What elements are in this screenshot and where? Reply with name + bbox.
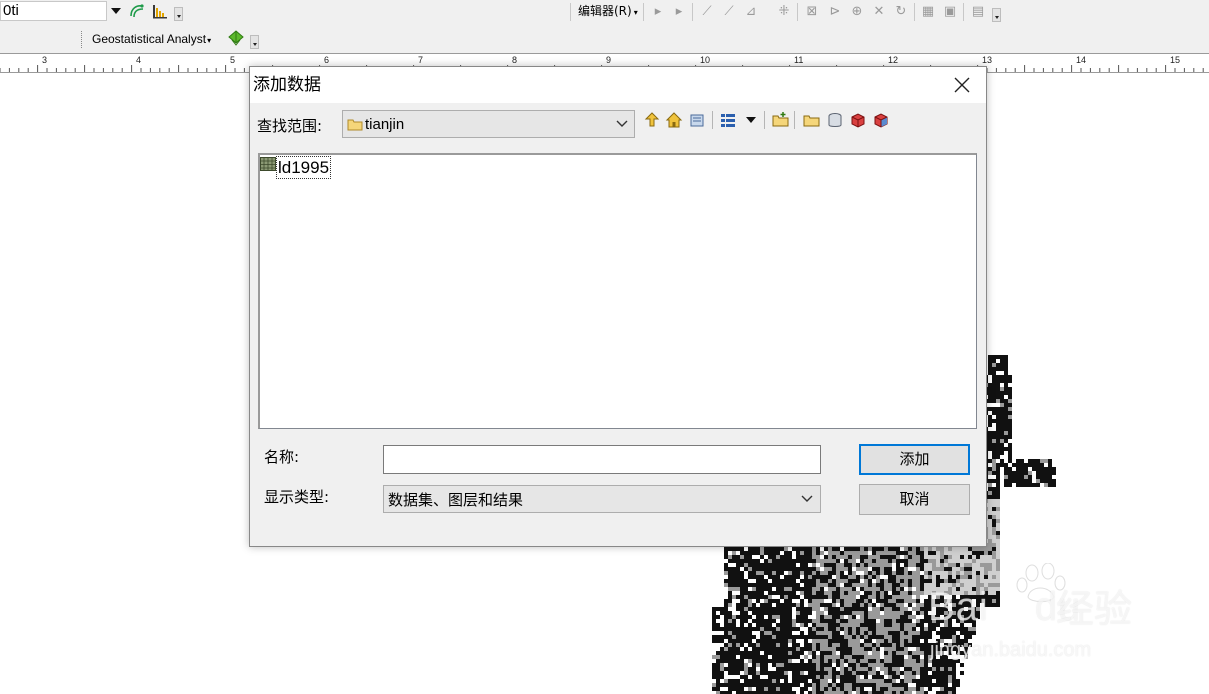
chevron-down-icon: ▾ xyxy=(207,36,212,45)
file-name: ld1995 xyxy=(276,156,332,179)
ruler-label: 14 xyxy=(1076,55,1087,65)
construction-tools-icon[interactable]: ⊿ xyxy=(743,4,759,20)
name-input[interactable] xyxy=(383,445,821,474)
look-in-value: tianjin xyxy=(365,116,405,133)
up-level-icon xyxy=(644,112,660,127)
ruler-label: 8 xyxy=(512,55,518,65)
ruler-label: 15 xyxy=(1170,55,1181,65)
connect-folder-icon xyxy=(772,112,789,127)
geostatistical-toolbar: Geostatistical Analyst▾ xyxy=(0,26,1209,53)
file-geodatabase-icon xyxy=(874,113,888,128)
chevron-down-icon: ▾ xyxy=(633,8,638,17)
split-icon[interactable]: ⊕ xyxy=(849,4,865,20)
create-features-icon[interactable]: ▤ xyxy=(970,4,986,20)
ruler-label: 13 xyxy=(982,55,993,65)
folder-icon xyxy=(347,119,363,131)
chevron-down-icon xyxy=(616,120,628,127)
ruler-label: 6 xyxy=(324,55,330,65)
ruler-label: 12 xyxy=(888,55,899,65)
toolbar-divider xyxy=(963,3,964,21)
geostatistical-wizard-icon[interactable] xyxy=(227,29,245,47)
cancel-button[interactable]: 取消 xyxy=(859,484,970,515)
attributes-icon[interactable]: ▦ xyxy=(920,4,936,20)
toolbar-divider xyxy=(794,111,795,129)
home-button[interactable] xyxy=(664,110,684,130)
dialog-title-bar[interactable]: 添加数据 xyxy=(250,67,986,103)
chevron-down-icon xyxy=(801,495,813,502)
undo-rotate-icon[interactable]: ↻ xyxy=(893,4,909,20)
name-label: 名称: xyxy=(264,448,300,466)
toolbar-options-button[interactable] xyxy=(174,7,183,21)
watermark-brand-bai: Bai xyxy=(928,585,989,629)
toolbar-divider xyxy=(764,111,765,129)
look-in-dropdown[interactable]: tianjin xyxy=(342,110,635,138)
look-in-label: 查找范围: xyxy=(257,117,323,135)
geostatistical-analyst-menu[interactable]: Geostatistical Analyst▾ xyxy=(92,32,211,48)
folder-icon xyxy=(803,115,820,127)
new-geodatabase-button[interactable] xyxy=(825,110,845,130)
catalog-connect-button[interactable] xyxy=(687,110,707,130)
ruler-label: 3 xyxy=(42,55,48,65)
layer-selector-value: 0ti xyxy=(3,2,19,19)
end-point-arc-icon[interactable]: ⟋ xyxy=(721,4,737,20)
ruler-label: 7 xyxy=(418,55,424,65)
ruler-label: 11 xyxy=(794,55,804,65)
watermark-url: jingyan.baidu.com xyxy=(930,639,1092,661)
new-file-gdb-button[interactable] xyxy=(871,110,891,130)
toolbar-divider xyxy=(692,3,693,21)
toolbar-divider xyxy=(570,3,571,21)
view-mode-dropdown[interactable] xyxy=(741,110,761,130)
up-one-level-button[interactable] xyxy=(642,110,662,130)
view-mode-button[interactable] xyxy=(718,110,738,130)
home-icon xyxy=(665,112,683,128)
ruler-label: 9 xyxy=(606,55,612,65)
rotate-icon[interactable]: ✕ xyxy=(871,4,887,20)
toolbar-options-button[interactable] xyxy=(992,8,1001,22)
toolbar-options-button[interactable] xyxy=(250,35,259,49)
ruler-label: 5 xyxy=(230,55,236,65)
histogram-tool-icon[interactable] xyxy=(151,2,169,20)
layer-selector-arrow-icon[interactable] xyxy=(109,4,123,18)
connect-folder-button[interactable] xyxy=(771,110,791,130)
editor-menu-label: 编辑器(R) xyxy=(578,4,632,18)
dialog-title: 添加数据 xyxy=(253,75,321,95)
reshape-icon[interactable]: ⊠ xyxy=(804,4,820,20)
toolbar-divider xyxy=(712,111,713,129)
new-personal-gdb-button[interactable] xyxy=(848,110,868,130)
baidu-watermark: Bai du 经验 jingyan.baidu.com xyxy=(928,563,1168,673)
close-icon xyxy=(954,77,970,93)
trace-tool-icon[interactable] xyxy=(128,2,146,20)
chevron-down-icon xyxy=(746,117,756,123)
toolbar-divider xyxy=(914,3,915,21)
show-type-label: 显示类型: xyxy=(264,488,330,506)
personal-geodatabase-icon xyxy=(851,113,865,128)
sketch-properties-icon[interactable]: ▣ xyxy=(942,4,958,20)
watermark-jingyan: 经验 xyxy=(1056,587,1133,631)
cut-polygons-icon[interactable]: ⊳ xyxy=(827,4,843,20)
geostatistical-analyst-label: Geostatistical Analyst xyxy=(92,32,207,46)
toolbar-divider xyxy=(797,3,798,21)
edit-tool-icon[interactable]: ▸ xyxy=(650,4,666,20)
show-type-dropdown[interactable]: 数据集、图层和结果 xyxy=(383,485,821,513)
raster-dataset-icon xyxy=(260,157,276,171)
close-button[interactable] xyxy=(946,71,978,99)
database-icon xyxy=(690,114,704,127)
ruler-label: 4 xyxy=(136,55,142,65)
show-type-value: 数据集、图层和结果 xyxy=(388,491,524,509)
toolbar-grip[interactable] xyxy=(81,31,84,48)
edit-vertices-icon[interactable]: ⁜ xyxy=(776,4,792,20)
add-button[interactable]: 添加 xyxy=(859,444,970,475)
file-list[interactable]: ld1995 xyxy=(258,153,977,429)
layer-selector[interactable]: 0ti xyxy=(0,1,107,21)
list-view-icon xyxy=(721,114,735,127)
toolbar-divider xyxy=(643,3,644,21)
straight-segment-icon[interactable]: ⟋ xyxy=(699,4,715,20)
add-data-dialog: 添加数据 查找范围: tianjin ld1995 名称: 显示类型: 数据集、… xyxy=(249,66,987,547)
editor-menu[interactable]: 编辑器(R) ▾ xyxy=(578,4,638,20)
edit-annotation-icon[interactable]: ▸ xyxy=(671,4,687,20)
geodatabase-icon xyxy=(828,113,842,127)
ruler-label: 10 xyxy=(700,55,711,65)
new-folder-button[interactable] xyxy=(802,110,822,130)
standard-toolbar: 0ti 编辑器(R) ▾ ▸ ▸ ⟋ ⟋ ⊿ ⁜ ⊠ ⊳ ⊕ ✕ ↻ ▦ ▣ ▤ xyxy=(0,0,1209,26)
